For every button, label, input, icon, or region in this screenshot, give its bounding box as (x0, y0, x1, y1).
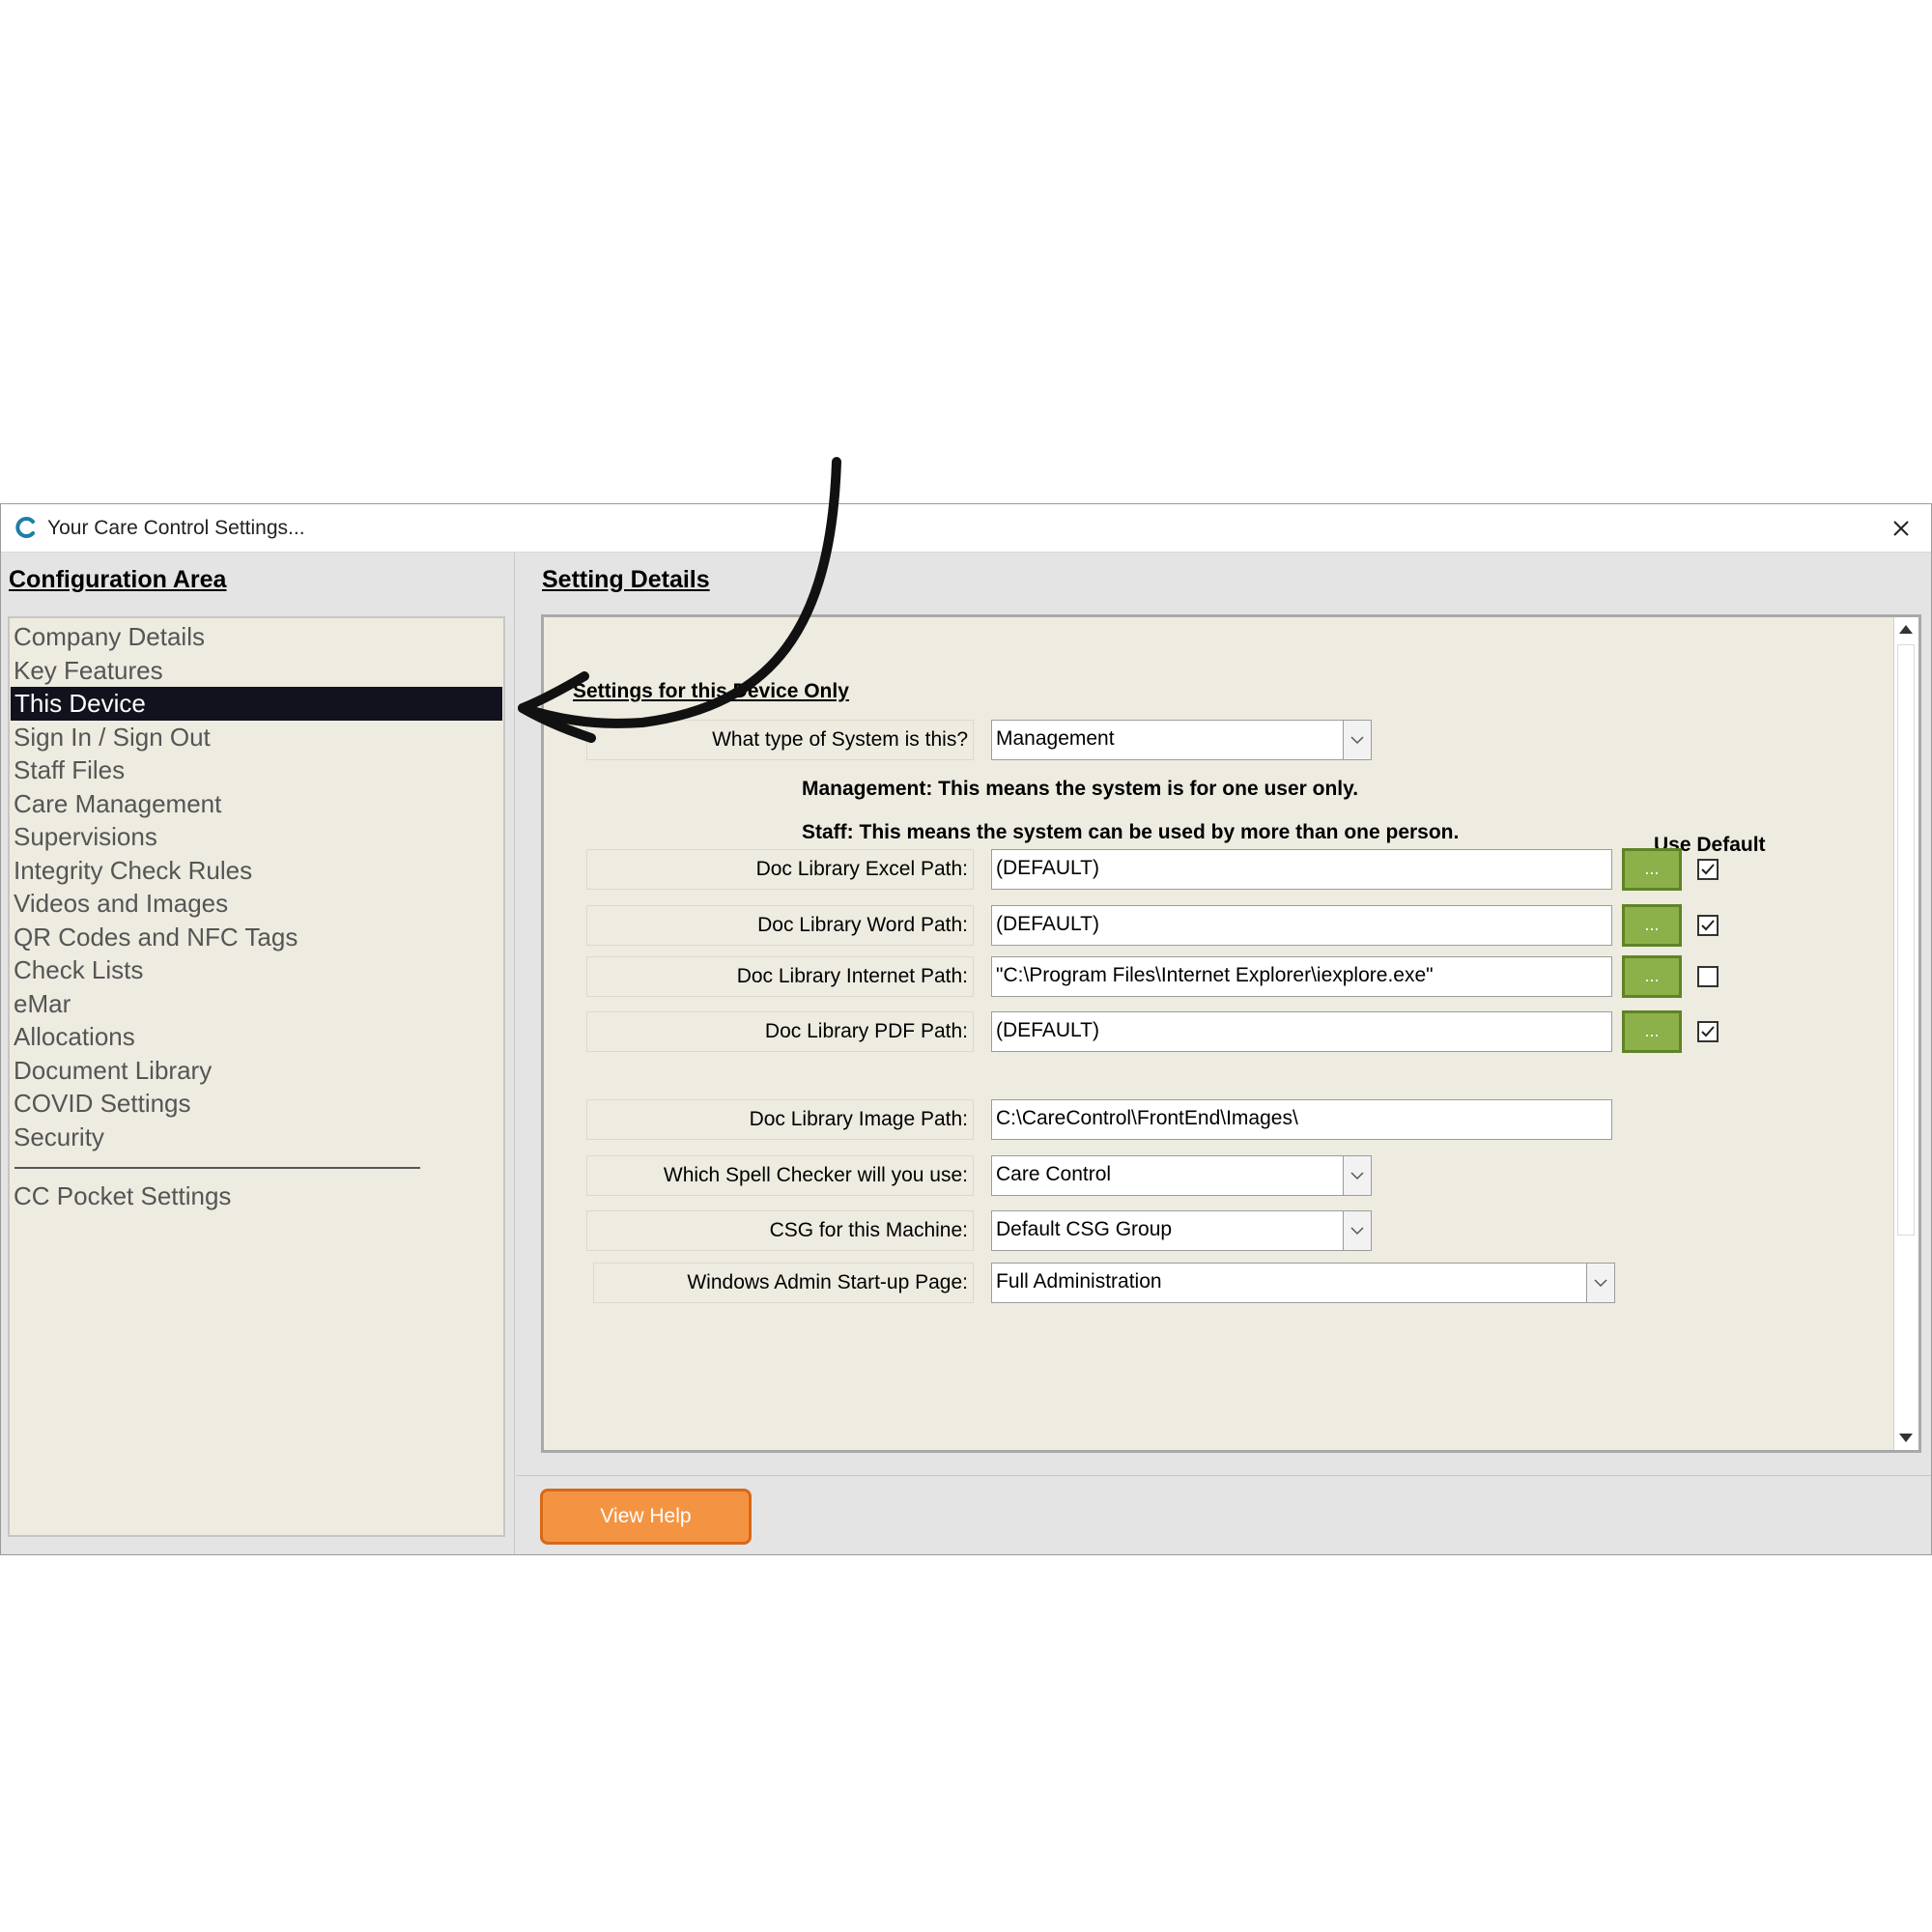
checkmark-icon (1701, 864, 1715, 875)
config-item-covid-settings[interactable]: COVID Settings (10, 1087, 503, 1121)
config-item-staff-files[interactable]: Staff Files (10, 753, 503, 787)
spell-checker-dropdown-button[interactable] (1343, 1156, 1371, 1195)
doc-library-word-path-browse-button[interactable]: ... (1622, 904, 1682, 947)
startup-page-label: Windows Admin Start-up Page: (593, 1263, 974, 1303)
window-title: Your Care Control Settings... (47, 517, 305, 539)
config-item-videos-and-images[interactable]: Videos and Images (10, 887, 503, 921)
close-icon (1893, 521, 1909, 536)
vertical-scrollbar[interactable] (1893, 617, 1918, 1450)
spell-checker-label: Which Spell Checker will you use: (586, 1155, 974, 1196)
startup-page-dropdown-button[interactable] (1586, 1264, 1614, 1302)
chevron-down-icon (1350, 1172, 1364, 1180)
config-item-key-features[interactable]: Key Features (10, 654, 503, 688)
configuration-items: Company Details Key Features This Device Si… (10, 620, 503, 1153)
doc-library-internet-path-use-default-checkbox[interactable] (1697, 966, 1719, 987)
doc-library-excel-path-browse-button[interactable]: ... (1622, 848, 1682, 891)
configuration-list[interactable]: Company Details Key Features This Device Si… (8, 616, 505, 1537)
startup-page-select[interactable]: Full Administration (991, 1263, 1615, 1303)
title-bar: Your Care Control Settings... (1, 504, 1931, 553)
spell-checker-value: Care Control (996, 1163, 1112, 1185)
image-path-field[interactable]: C:\CareControl\FrontEnd\Images\ (991, 1099, 1612, 1140)
system-type-dropdown-button[interactable] (1343, 721, 1371, 759)
footer-divider (516, 1475, 1931, 1476)
image-path-label: Doc Library Image Path: (586, 1099, 974, 1140)
system-type-select[interactable]: Management (991, 720, 1372, 760)
csg-select[interactable]: Default CSG Group (991, 1210, 1372, 1251)
doc-library-word-path-field[interactable]: (DEFAULT) (991, 905, 1612, 946)
doc-library-pdf-path-browse-button[interactable]: ... (1622, 1010, 1682, 1053)
system-type-value: Management (996, 727, 1115, 750)
scroll-up-arrow-icon[interactable] (1899, 625, 1913, 634)
chevron-down-icon (1350, 736, 1364, 745)
config-item-integrity-check-rules[interactable]: Integrity Check Rules (10, 854, 503, 888)
doc-library-internet-path-label: Doc Library Internet Path: (586, 956, 974, 997)
config-item-document-library[interactable]: Document Library (10, 1054, 503, 1088)
config-item-supervisions[interactable]: Supervisions (10, 820, 503, 854)
config-item-security[interactable]: Security (10, 1121, 503, 1154)
config-item-sign-in-sign-out[interactable]: Sign In / Sign Out (10, 721, 503, 754)
list-divider (14, 1167, 420, 1169)
checkmark-icon (1701, 920, 1715, 931)
config-item-qr-codes-and-nfc-tags[interactable]: QR Codes and NFC Tags (10, 921, 503, 954)
setting-details-title: Setting Details (542, 566, 710, 593)
doc-library-pdf-path-use-default-checkbox[interactable] (1697, 1021, 1719, 1042)
config-item-allocations[interactable]: Allocations (10, 1020, 503, 1054)
settings-window: Your Care Control Settings... Configurat… (0, 503, 1932, 1555)
management-note: Management: This means the system is for… (802, 778, 1359, 800)
scroll-down-arrow-icon[interactable] (1899, 1434, 1913, 1442)
view-help-button[interactable]: View Help (540, 1489, 752, 1545)
doc-library-pdf-path-label: Doc Library PDF Path: (586, 1011, 974, 1052)
doc-library-internet-path-field[interactable]: "C:\Program Files\Internet Explorer\iexp… (991, 956, 1612, 997)
chevron-down-icon (1594, 1279, 1607, 1288)
csg-dropdown-button[interactable] (1343, 1211, 1371, 1250)
configuration-area-panel: Configuration Area Company Details Key Fe… (1, 553, 515, 1554)
doc-library-excel-path-field[interactable]: (DEFAULT) (991, 849, 1612, 890)
config-item-care-management[interactable]: Care Management (10, 787, 503, 821)
csg-value: Default CSG Group (996, 1218, 1173, 1240)
scroll-thumb[interactable] (1897, 644, 1915, 1236)
config-item-company-details[interactable]: Company Details (10, 620, 503, 654)
staff-note: Staff: This means the system can be used… (802, 821, 1460, 843)
csg-label: CSG for this Machine: (586, 1210, 974, 1251)
system-type-label: What type of System is this? (586, 720, 974, 760)
chevron-down-icon (1350, 1227, 1364, 1236)
section-heading: Settings for this Device Only (573, 680, 849, 702)
spell-checker-select[interactable]: Care Control (991, 1155, 1372, 1196)
config-item-this-device[interactable]: This Device (11, 687, 502, 721)
care-control-logo-icon (15, 517, 35, 538)
close-button[interactable] (1885, 512, 1918, 545)
config-item-check-lists[interactable]: Check Lists (10, 953, 503, 987)
startup-page-value: Full Administration (996, 1270, 1162, 1293)
configuration-extra-items: CC Pocket Settings (10, 1179, 503, 1213)
doc-library-internet-path-browse-button[interactable]: ... (1622, 955, 1682, 998)
setting-details-panel: Settings for this Device Only What type … (541, 614, 1921, 1453)
doc-library-pdf-path-field[interactable]: (DEFAULT) (991, 1011, 1612, 1052)
checkmark-icon (1701, 1026, 1715, 1037)
doc-library-word-path-use-default-checkbox[interactable] (1697, 915, 1719, 936)
doc-library-excel-path-label: Doc Library Excel Path: (586, 849, 974, 890)
config-item-cc-pocket-settings[interactable]: CC Pocket Settings (10, 1179, 503, 1213)
doc-library-excel-path-use-default-checkbox[interactable] (1697, 859, 1719, 880)
doc-library-word-path-label: Doc Library Word Path: (586, 905, 974, 946)
configuration-area-title: Configuration Area (9, 566, 227, 593)
config-item-emar[interactable]: eMar (10, 987, 503, 1021)
